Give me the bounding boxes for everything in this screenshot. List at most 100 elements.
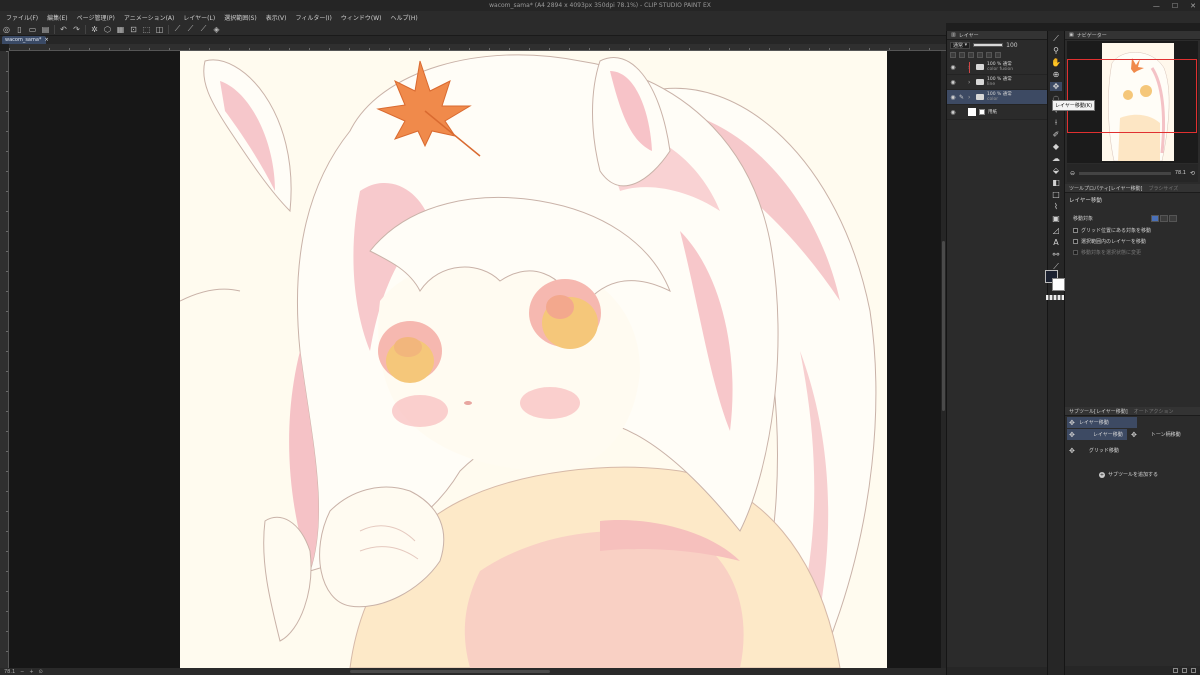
eye-icon[interactable]: ◉ [950,109,956,116]
mask-icon[interactable] [995,52,1001,58]
redo-icon[interactable]: ↷ [72,25,81,34]
rotate-reset-icon[interactable]: ⊙ [39,669,43,675]
lock-transparency-icon[interactable] [986,52,992,58]
ruler-tool-icon[interactable]: ◿ [1050,226,1062,235]
move-target-layer-option[interactable] [1151,215,1159,222]
layer-row[interactable]: ◉ › 100 % 通常 line [947,75,1047,90]
option-row[interactable]: グリッド位置にある対象を移動 [1073,227,1151,234]
snap-perspective-icon[interactable]: ⟋ [199,24,208,34]
snap-ruler-icon[interactable]: ⟋ [173,24,182,34]
eyedropper-tool-icon[interactable]: ⟊ [1050,118,1062,127]
transparent-color-chip[interactable] [1046,295,1064,300]
new-sub-tool-icon[interactable] [1182,668,1187,673]
new-file-icon[interactable]: ▯ [15,25,24,34]
delete-sub-tool-icon[interactable] [1191,668,1196,673]
zoom-slider-icon[interactable]: ⊖ [1070,170,1075,177]
menu-file[interactable]: ファイル(F) [6,13,38,22]
zoom-out-icon[interactable]: − [20,669,24,675]
horizontal-scroll-thumb[interactable] [350,670,550,673]
balloon-tool-icon[interactable]: ⚯ [1050,250,1062,259]
menu-layer[interactable]: レイヤー(L) [183,13,215,22]
navigator-view-rect[interactable] [1067,59,1197,133]
brush-tool-icon[interactable]: ✐ [1050,130,1062,139]
artwork-canvas[interactable] [180,51,887,668]
save-icon[interactable]: ▤ [41,25,50,34]
pen-icon[interactable]: ✎ [959,94,965,101]
zoom-in-icon[interactable]: + [29,669,33,675]
eye-icon[interactable]: ◉ [950,64,956,71]
app-logo-icon[interactable]: ◎ [2,25,11,34]
menu-edit[interactable]: 編集(E) [47,13,67,22]
snap-grid-icon[interactable]: ⟋ [186,24,195,34]
menu-help[interactable]: ヘルプ(H) [390,13,417,22]
fill-tool-icon[interactable]: ⬙ [1050,166,1062,175]
menu-selection[interactable]: 選択範囲(S) [224,13,257,22]
blend-mode-dropdown[interactable]: 通常 ▾ [950,41,971,49]
invert-selection-icon[interactable]: ◫ [155,25,164,34]
brush-size-tab[interactable]: ブラシサイズ [1148,185,1178,192]
figure-tool-icon[interactable]: □ [1050,190,1062,199]
lock-layer-icon[interactable] [977,52,983,58]
correct-line-tool-icon[interactable]: ⌇ [1050,202,1062,211]
move-target-tone-option[interactable] [1160,215,1168,222]
move-target-grid-option[interactable] [1169,215,1177,222]
layer-row-selected[interactable]: ◉ ✎ › 100 % 通常 color [947,90,1047,105]
snap-special-icon[interactable]: ◈ [212,25,221,34]
fill-icon[interactable]: ▦ [116,25,125,34]
clear-icon[interactable]: ✲ [90,25,99,34]
zoom-tool-icon[interactable]: ⚲ [1050,46,1062,55]
auto-action-tab[interactable]: オートアクション [1134,408,1174,415]
clear-outside-icon[interactable]: ⬡ [103,25,112,34]
gradient-tool-icon[interactable]: ◧ [1050,178,1062,187]
menu-page[interactable]: ページ管理(P) [77,13,115,22]
duplicate-sub-tool-icon[interactable] [1173,668,1178,673]
sub-tool-item[interactable]: ✥ トーン柄移動 [1129,429,1181,440]
minimize-button[interactable]: — [1153,2,1160,10]
add-sub-tool-button[interactable]: + サブツールを追加する [1099,471,1158,478]
sub-tool-tab[interactable]: サブツール[レイヤー移動] [1069,408,1128,415]
zoom-readout[interactable]: 78.1 [4,669,15,675]
document-tab[interactable]: wacom_sama* × [2,36,49,44]
reference-layer-icon[interactable] [959,52,965,58]
layer-row[interactable]: ◉ › 100 % 通常 color fusion [947,60,1047,75]
deselect-icon[interactable]: ⬚ [142,25,151,34]
move-target-selector[interactable] [1151,215,1177,222]
navigator-rotate-icon[interactable]: ⟲ [1190,170,1195,177]
draft-layer-icon[interactable] [968,52,974,58]
transform-icon[interactable]: ⊡ [129,25,138,34]
option-row[interactable]: 選択範囲内のレイヤーを移動 [1073,238,1146,245]
undo-icon[interactable]: ↶ [59,25,68,34]
clip-to-layer-below-icon[interactable] [950,52,956,58]
blend-tool-icon[interactable]: ☁ [1050,154,1062,163]
eraser-tool-icon[interactable]: ◆ [1050,142,1062,151]
menu-animation[interactable]: アニメーション(A) [124,13,175,22]
color-swatches[interactable] [1045,270,1067,292]
expand-arrow-icon[interactable]: › [968,94,973,101]
menu-window[interactable]: ウィンドウ(W) [341,13,382,22]
frame-tool-icon[interactable]: ▣ [1050,214,1062,223]
eye-icon[interactable]: ◉ [950,94,956,101]
menu-filter[interactable]: フィルター(I) [296,13,332,22]
vertical-scroll-thumb[interactable] [942,241,945,411]
layer-row[interactable]: ◉ 用紙 [947,105,1047,120]
checkbox[interactable] [1073,228,1078,233]
maximize-button[interactable]: ☐ [1172,2,1178,10]
opacity-slider[interactable] [973,43,1004,47]
menu-view[interactable]: 表示(V) [266,13,287,22]
close-window-button[interactable]: ✕ [1190,2,1196,10]
hand-tool-icon[interactable]: ✋ [1050,58,1062,67]
move-layer-tool-icon[interactable]: ✥ [1050,82,1062,91]
expand-arrow-icon[interactable]: › [968,79,973,86]
operation-tool-icon[interactable]: ⊕ [1050,70,1062,79]
eye-icon[interactable]: ◉ [950,79,956,86]
sub-tool-item[interactable]: ✥ グリッド移動 [1067,445,1119,456]
canvas-area[interactable] [9,51,941,668]
open-file-icon[interactable]: ▭ [28,25,37,34]
pen-tool-icon[interactable]: ⟋ [1050,34,1062,43]
sub-tool-item[interactable]: ✥ レイヤー移動 [1067,429,1127,440]
tool-property-tab[interactable]: ツールプロパティ[レイヤー移動] [1069,185,1142,192]
navigator-zoom-slider[interactable] [1079,171,1171,175]
close-tab-icon[interactable]: × [44,37,48,43]
background-color-swatch[interactable] [1052,278,1065,291]
checkbox[interactable] [1073,239,1078,244]
